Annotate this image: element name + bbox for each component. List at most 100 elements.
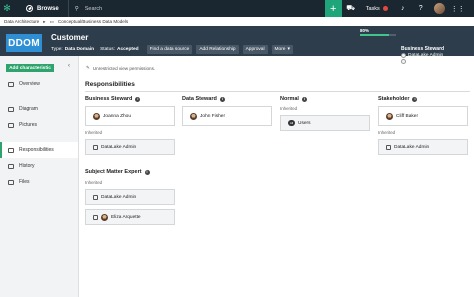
user-avatar[interactable] <box>433 3 445 14</box>
progress-text: 80% <box>360 28 370 33</box>
responsibility-card[interactable]: Cliff Baker <box>378 106 468 126</box>
notifications-icon[interactable]: ♪ <box>394 0 412 17</box>
progress-fill <box>360 34 389 36</box>
apps-grid-icon[interactable]: ⋮⋮ <box>449 0 467 17</box>
browse-label: Browse <box>37 5 59 12</box>
inherited-card[interactable]: All Users <box>280 115 370 131</box>
sidebar-item-diagram[interactable]: Diagram <box>0 101 78 117</box>
permission-text: Unrestricted view permissions. <box>92 65 156 71</box>
group-icon <box>93 144 98 150</box>
tasks-badge <box>382 6 388 11</box>
people-icon <box>8 147 14 153</box>
responsibility-card[interactable]: Joanna Zhou <box>85 106 175 126</box>
add-relationship-button[interactable]: Add Relationship <box>196 45 239 54</box>
users-group-icon: All <box>288 120 295 126</box>
person-name: DataLake Admin <box>101 144 137 150</box>
tasks-button[interactable]: Tasks <box>360 6 394 12</box>
sidebar: Add characteristic ‹ Overview Diagram Pi… <box>0 56 79 297</box>
person-avatar <box>190 112 197 120</box>
person-avatar <box>93 112 100 120</box>
breadcrumb-item[interactable]: Data Architecture <box>4 19 39 24</box>
group-icon <box>386 144 391 150</box>
tasks-label: Tasks <box>365 5 380 12</box>
sidebar-item-overview[interactable]: Overview <box>0 76 78 92</box>
sidebar-item-label: History <box>19 163 35 169</box>
role-title-sme: Subject Matter Expert i <box>85 169 150 175</box>
inherited-label: Inherited <box>85 130 103 135</box>
approval-button[interactable]: Approval <box>242 45 268 54</box>
sidebar-item-responsibilities[interactable]: Responsibilities <box>0 142 78 158</box>
role-title-business-steward: Business Steward i <box>85 96 141 102</box>
browse-button[interactable]: Browse <box>14 0 69 17</box>
status-value[interactable]: Accepted <box>117 47 139 52</box>
folder-icon: ▭ <box>49 18 54 24</box>
asset-meta: Type: Data Domain Status: Accepted Find … <box>51 45 293 54</box>
help-icon[interactable]: ? <box>412 0 430 17</box>
person-name: Joanna Zhou <box>103 113 132 119</box>
completion-progress: 80% <box>360 28 396 36</box>
person-name: Eliza Arquette <box>111 214 141 220</box>
responsibility-card[interactable]: John Fisher <box>182 106 272 126</box>
sidebar-item-history[interactable]: History <box>0 158 78 174</box>
app-logo-icon[interactable]: ✻ <box>0 0 14 17</box>
inherited-card[interactable]: DataLake Admin <box>85 139 175 155</box>
sidebar-item-label: Files <box>19 179 30 185</box>
breadcrumb: Data Architecture ▸ ▭ Conceptual/Busines… <box>0 17 474 26</box>
info-icon[interactable]: i <box>301 96 307 102</box>
search-icon: ⚲ <box>74 5 79 12</box>
info-icon[interactable]: i <box>219 96 225 102</box>
inherited-card[interactable]: Eliza Arquette <box>85 209 175 225</box>
person-name: DataLake Admin <box>394 144 430 150</box>
section-title: Responsibilities <box>85 81 135 88</box>
group-icon <box>93 194 98 200</box>
type-value[interactable]: Data Domain <box>65 47 94 52</box>
person-name: DataLake Admin <box>101 194 137 200</box>
more-button[interactable]: More ▾ <box>271 45 293 54</box>
inherited-label: Inherited <box>85 180 103 185</box>
main-content: ✎ Unrestricted view permissions. Respons… <box>80 56 474 297</box>
group-icon <box>93 214 98 220</box>
steward-label: Business Steward <box>401 46 445 52</box>
picture-icon <box>8 122 14 128</box>
type-label: Type: <box>51 47 63 52</box>
page-title: Customer <box>51 33 89 42</box>
group-name: Users <box>298 120 311 126</box>
asset-type-badge: DDOM <box>6 34 42 52</box>
compass-icon <box>26 5 33 12</box>
sidebar-item-pictures[interactable]: Pictures <box>0 117 78 133</box>
role-title-text: Business Steward <box>85 96 133 102</box>
permission-note: ✎ Unrestricted view permissions. <box>86 65 155 71</box>
inherited-card[interactable]: DataLake Admin <box>85 189 175 205</box>
inherited-label: Inherited <box>280 106 298 111</box>
role-title-text: Subject Matter Expert <box>85 169 142 175</box>
progress-bar <box>360 34 396 36</box>
more-label: More <box>274 47 286 52</box>
person-name: John Fisher <box>200 113 226 119</box>
role-title-data-steward: Data Steward i <box>182 96 225 102</box>
info-icon[interactable]: i <box>412 96 418 102</box>
breadcrumb-separator-icon: ▸ <box>43 18 46 24</box>
file-icon <box>8 179 14 185</box>
find-data-source-button[interactable]: Find a data source <box>146 45 193 54</box>
status-label: Status: <box>100 47 115 52</box>
history-icon <box>8 163 14 169</box>
basket-icon[interactable]: ⛟ <box>342 0 360 17</box>
info-icon[interactable]: i <box>144 169 150 175</box>
chevron-down-icon: ▾ <box>287 47 290 52</box>
pencil-icon: ✎ <box>86 65 90 70</box>
search-input[interactable]: ⚲ Search <box>69 0 325 17</box>
info-icon[interactable]: i <box>135 96 141 102</box>
collapse-sidebar-icon[interactable]: ‹ <box>68 63 70 69</box>
add-characteristic-button[interactable]: Add characteristic <box>6 64 54 72</box>
person-avatar <box>101 213 108 221</box>
sidebar-item-label: Responsibilities <box>19 147 54 153</box>
role-title-stakeholder: Stakeholder i <box>378 96 418 102</box>
create-button[interactable]: + <box>324 0 342 17</box>
inherited-card[interactable]: DataLake Admin <box>378 139 468 155</box>
overview-icon <box>8 81 14 87</box>
sidebar-item-files[interactable]: Files <box>0 174 78 190</box>
sidebar-item-label: Pictures <box>19 122 38 128</box>
breadcrumb-item[interactable]: Conceptual/Business Data Models <box>58 19 128 24</box>
role-title-text: Normal <box>280 96 299 102</box>
diagram-icon <box>8 106 14 112</box>
